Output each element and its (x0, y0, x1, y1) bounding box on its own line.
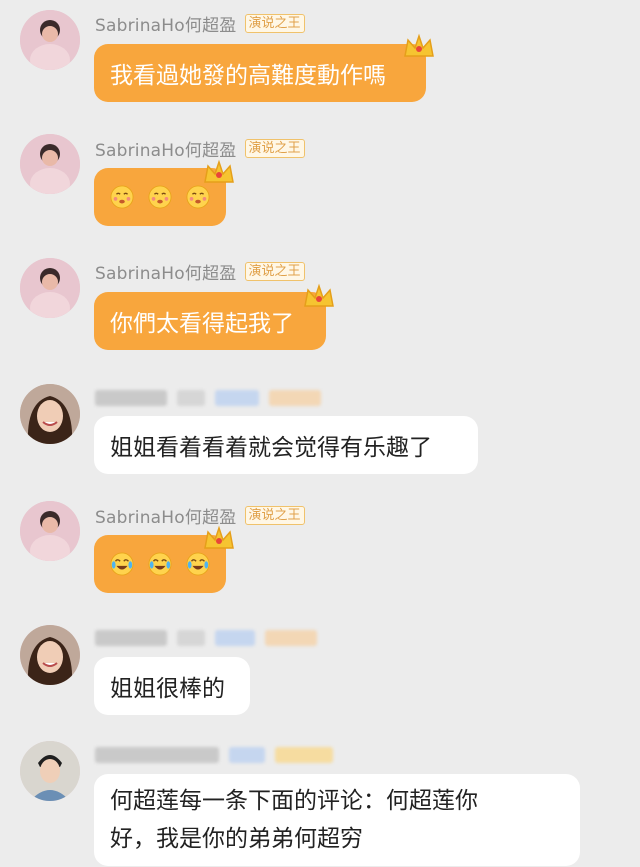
message-text: 你們太看得起我了 (110, 311, 294, 337)
blurred-badge (265, 630, 317, 646)
message-text: 我看過她發的高難度動作嗎 (110, 63, 386, 89)
crown-icon (304, 283, 334, 307)
avatar[interactable] (20, 741, 80, 801)
blush-emoji-icon (148, 185, 172, 209)
crown-icon (204, 525, 234, 549)
crown-icon (204, 159, 234, 183)
tears-of-joy-emoji-icon (110, 552, 134, 576)
avatar[interactable] (20, 625, 80, 685)
avatar[interactable] (20, 10, 80, 70)
sender-name[interactable]: SabrinaHo何超盈 (95, 259, 237, 284)
title-badge: 演说之王 (244, 505, 305, 525)
avatar[interactable] (20, 384, 80, 444)
avatar[interactable] (20, 134, 80, 194)
tears-of-joy-emoji-icon (186, 552, 210, 576)
blurred-username (95, 630, 167, 646)
blurred-badge (215, 630, 255, 646)
message-text-line: 何超莲每一条下面的评论：何超莲你 (110, 788, 478, 814)
blurred-username (95, 747, 219, 763)
title-badge: 演说之王 (244, 261, 305, 281)
message-bubble[interactable]: 姐姐看着看着就会觉得有乐趣了 (94, 416, 478, 474)
sender-name[interactable]: SabrinaHo何超盈 (95, 11, 237, 36)
message-text: 姐姐很棒的 (110, 676, 225, 702)
blurred-username (95, 390, 167, 406)
blurred-badge (215, 390, 259, 406)
blurred-badge (177, 390, 205, 406)
sender-name[interactable]: SabrinaHo何超盈 (95, 136, 237, 161)
message-text: 姐姐看着看着就会觉得有乐趣了 (110, 435, 432, 461)
message-bubble[interactable]: 我看過她發的高難度動作嗎 (94, 44, 426, 102)
blurred-badge (275, 747, 333, 763)
crown-icon (404, 33, 434, 57)
message-bubble[interactable]: 你們太看得起我了 (94, 292, 326, 350)
avatar[interactable] (20, 258, 80, 318)
title-badge: 演说之王 (244, 13, 305, 33)
avatar[interactable] (20, 501, 80, 561)
tears-of-joy-emoji-icon (148, 552, 172, 576)
message-bubble[interactable]: 何超莲每一条下面的评论：何超莲你 好，我是你的弟弟何超穷 (94, 774, 580, 866)
blush-emoji-icon (110, 185, 134, 209)
message-bubble[interactable]: 姐姐很棒的 (94, 657, 250, 715)
blurred-badge (269, 390, 321, 406)
title-badge: 演说之王 (244, 138, 305, 158)
blurred-badge (229, 747, 265, 763)
message-text-line: 好，我是你的弟弟何超穷 (110, 826, 363, 852)
blurred-badge (177, 630, 205, 646)
